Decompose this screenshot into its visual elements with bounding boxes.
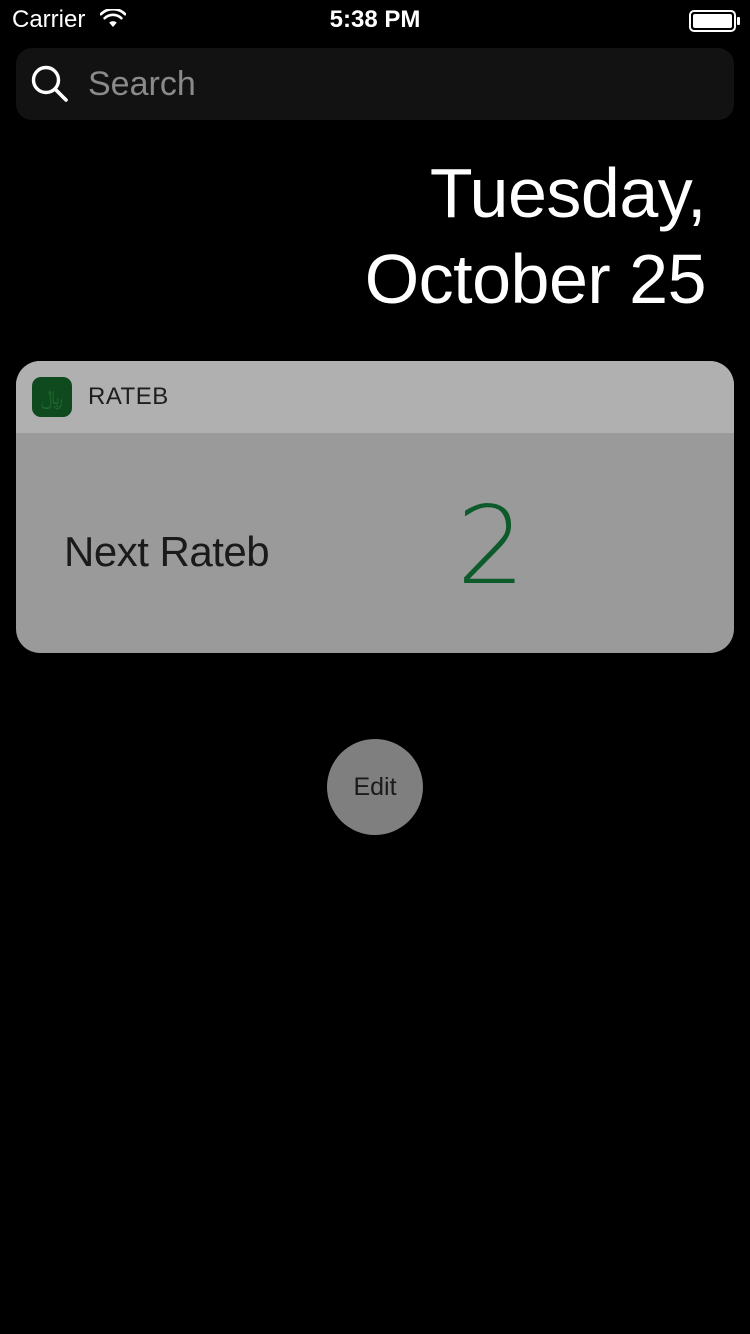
date-weekday: Tuesday, — [429, 154, 707, 232]
date-month-day: October 25 — [364, 240, 707, 318]
widget-body[interactable]: Next Rateb 2 — [16, 433, 734, 653]
edit-button[interactable]: Edit — [327, 739, 423, 835]
status-time: 5:38 PM — [329, 6, 421, 33]
app-icon-glyph: ﷼ — [40, 385, 64, 409]
battery-icon — [689, 10, 740, 32]
search-icon — [31, 65, 68, 102]
rateb-app-icon: ﷼ — [32, 377, 72, 417]
search-input[interactable] — [88, 48, 708, 120]
widget-header[interactable]: ﷼ RATEB — [16, 361, 734, 433]
status-bar: Carrier 5:38 PM — [0, 0, 750, 40]
date-heading: Tuesday, October 25 — [364, 150, 707, 322]
rateb-widget[interactable]: ﷼ RATEB Next Rateb 2 — [16, 361, 734, 653]
next-rateb-value: 2 — [456, 484, 526, 609]
search-bar[interactable] — [16, 48, 734, 120]
widget-app-name: RATEB — [88, 383, 169, 410]
next-rateb-label: Next Rateb — [64, 528, 270, 575]
